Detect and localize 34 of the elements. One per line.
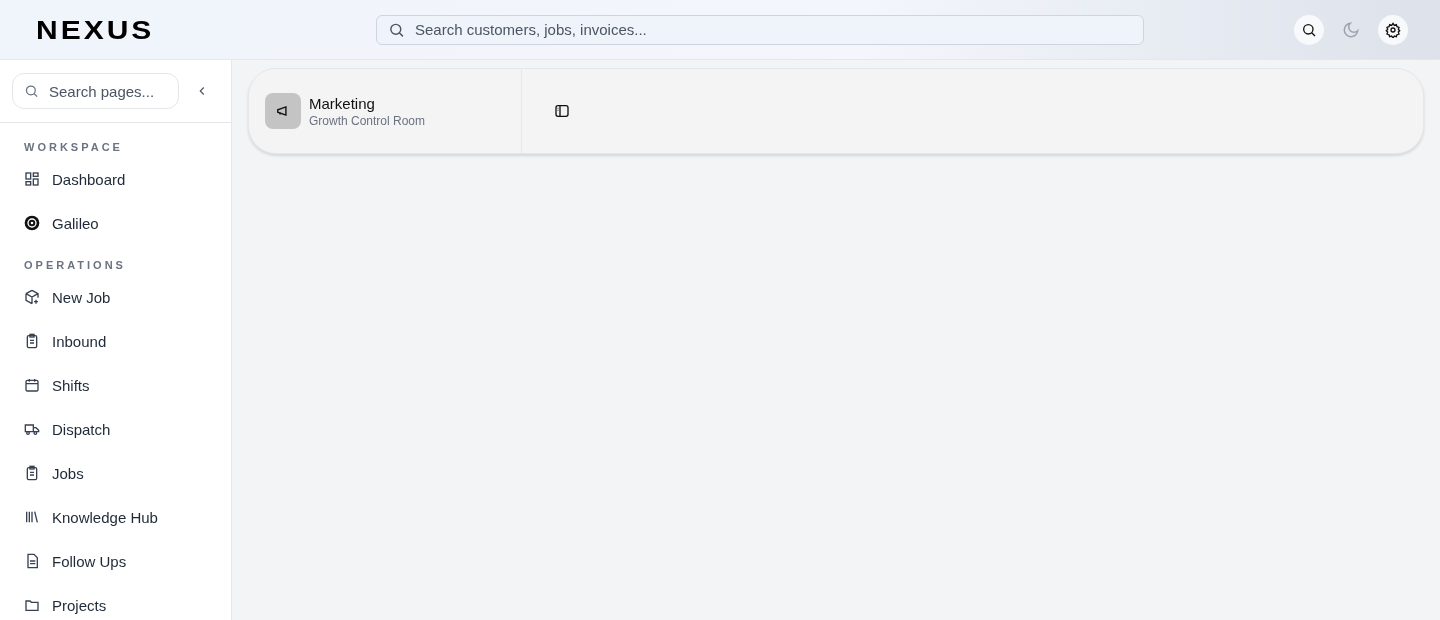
logo[interactable]: NEXUS [36,15,223,44]
settings-button[interactable] [1378,14,1408,45]
nav-item[interactable]: Inbound [0,319,231,363]
nav-item[interactable]: Dispatch [0,407,231,451]
panel-subtitle: Growth Control Room [309,113,426,128]
nav-item[interactable]: Follow Ups [0,539,231,583]
calendar-icon [24,377,40,393]
folder-icon [24,597,40,613]
settings-icon [1385,21,1401,38]
box-icon [24,289,40,305]
nav-item[interactable]: Dashboard [0,157,231,201]
clipboard-icon [24,333,40,349]
search-field[interactable]: Search customers, jobs, invoices... [376,14,1144,45]
search-field[interactable]: Search pages... [12,73,179,109]
section-heading: WORKSPACE [23,140,124,155]
nav-item[interactable]: Shifts [0,363,231,407]
search-icon [1301,21,1317,38]
nav-item[interactable]: New Job [0,275,231,319]
nav-item[interactable]: Knowledge Hub [0,495,231,539]
megaphone-icon [265,93,301,129]
panel-title: Marketing [309,94,376,112]
nav-item[interactable]: Projects [0,583,231,620]
search-button[interactable] [1294,14,1324,45]
section-heading: OPERATIONS [23,258,127,273]
file-icon [24,553,40,569]
library-icon [24,509,40,525]
nav-item[interactable]: Jobs [0,451,231,495]
clipboard-icon [24,465,40,481]
truck-icon [24,421,40,437]
nav-item[interactable]: Galileo [0,201,231,245]
moon-icon [1342,20,1360,39]
grid-icon [24,171,40,187]
sidebar-panel-icon [554,103,570,119]
target-icon [24,215,40,231]
